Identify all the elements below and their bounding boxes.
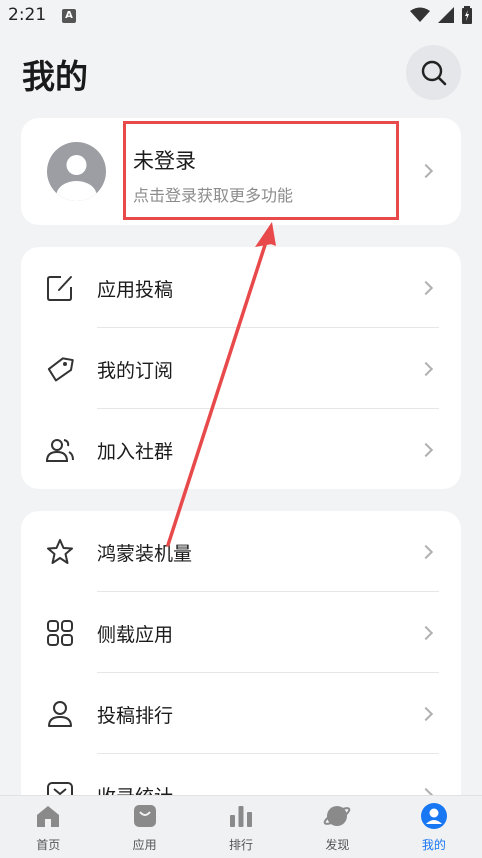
avatar <box>47 142 106 201</box>
chevron-right-icon <box>418 280 434 296</box>
menu-item-sideload-apps[interactable]: 侧载应用 <box>21 592 461 673</box>
tab-ranking[interactable]: 排行 <box>193 796 289 858</box>
chevron-right-icon <box>418 625 434 641</box>
tag-icon <box>47 357 74 382</box>
bottom-tab-bar: 首页 应用 排行 发现 我的 <box>0 795 482 858</box>
edit-icon <box>47 276 72 301</box>
menu-item-subscriptions[interactable]: 我的订阅 <box>21 328 461 409</box>
chevron-right-icon <box>418 442 434 458</box>
menu-item-join-community[interactable]: 加入社群 <box>21 409 461 490</box>
bag-icon <box>133 805 156 827</box>
chevron-right-icon <box>418 361 434 377</box>
notification-icon: A <box>62 9 76 23</box>
search-button[interactable] <box>406 45 461 100</box>
tab-mine[interactable]: 我的 <box>386 796 482 858</box>
battery-icon <box>462 6 472 24</box>
tab-label: 发现 <box>325 838 350 852</box>
annotation-highlight-box <box>123 121 399 220</box>
default-avatar-icon <box>56 155 97 201</box>
tab-label: 应用 <box>132 838 157 852</box>
grid-icon <box>47 620 73 646</box>
menu-item-submission-ranking[interactable]: 投稿排行 <box>21 673 461 754</box>
status-icons <box>410 6 472 24</box>
tab-home[interactable]: 首页 <box>0 796 96 858</box>
menu-item-label: 投稿排行 <box>97 705 174 727</box>
home-icon <box>37 806 60 827</box>
person-icon <box>48 701 72 727</box>
planet-icon <box>324 806 351 826</box>
wifi-icon <box>410 7 430 22</box>
tab-label: 首页 <box>36 838 61 852</box>
star-icon <box>47 539 73 564</box>
status-time: 2:21 <box>8 5 47 25</box>
search-icon <box>421 60 446 85</box>
bar-chart-icon <box>230 806 253 827</box>
menu-item-submit-app[interactable]: 应用投稿 <box>21 247 461 328</box>
signal-icon <box>438 7 454 23</box>
tab-label: 排行 <box>229 838 254 852</box>
menu-group-2: 鸿蒙装机量 侧载应用 投稿排行 收录统计 <box>21 511 461 831</box>
chevron-right-icon <box>418 544 434 560</box>
menu-item-label: 应用投稿 <box>97 279 174 301</box>
menu-item-harmony-installs[interactable]: 鸿蒙装机量 <box>21 511 461 592</box>
tab-apps[interactable]: 应用 <box>96 796 192 858</box>
tab-discover[interactable]: 发现 <box>289 796 385 858</box>
status-bar: 2:21 A <box>0 0 482 34</box>
menu-item-label: 我的订阅 <box>97 360 174 382</box>
chevron-right-icon <box>418 706 434 722</box>
menu-item-label: 侧载应用 <box>97 624 174 646</box>
chevron-right-icon <box>418 163 434 179</box>
profile-icon <box>420 803 447 829</box>
page-title: 我的 <box>22 57 88 96</box>
login-card[interactable]: 未登录 点击登录获取更多功能 <box>21 118 461 225</box>
menu-item-label: 加入社群 <box>97 441 174 463</box>
group-icon <box>45 439 74 462</box>
menu-item-label: 鸿蒙装机量 <box>97 543 193 565</box>
menu-group-1: 应用投稿 我的订阅 加入社群 <box>21 247 461 489</box>
tab-label: 我的 <box>421 838 446 852</box>
